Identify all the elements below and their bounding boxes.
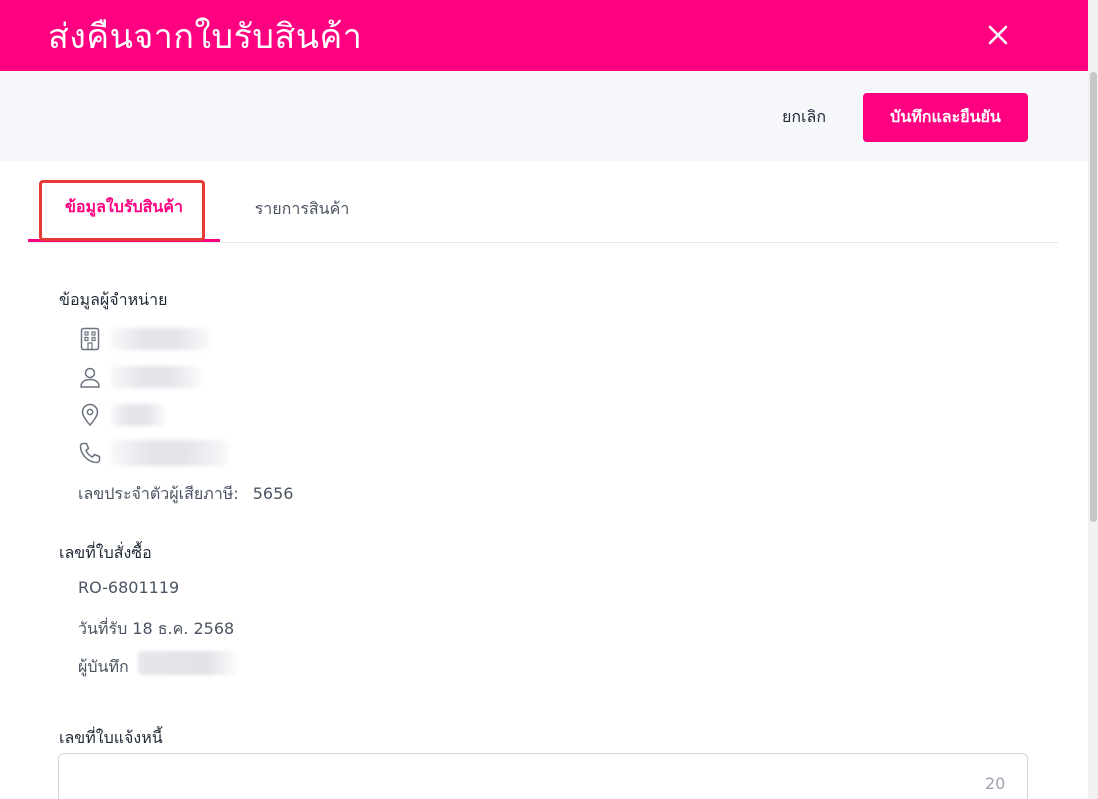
tax-id-value: 5656	[252, 484, 294, 503]
supplier-section-title: ข้อมูลผู้จำหน่าย	[59, 290, 168, 309]
invoice-number-field	[58, 753, 1028, 799]
modal-title: ส่งคืนจากใบรับสินค้า	[48, 17, 363, 57]
purchase-order-section-title: เลขที่ใบสั่งซื้อ	[59, 543, 152, 562]
close-button[interactable]	[982, 19, 1014, 51]
tax-id-row: เลขประจำตัวผู้เสียภาษี: 5656	[78, 482, 293, 507]
close-icon	[988, 25, 1008, 45]
purchase-order-number: RO-6801119	[78, 578, 180, 597]
return-from-receipt-modal: ส่งคืนจากใบรับสินค้า ยกเลิก บันทึกและยืน…	[0, 0, 1098, 799]
supplier-company-redacted	[110, 328, 210, 350]
action-bar: ยกเลิก บันทึกและยืนยัน	[0, 71, 1088, 161]
location-pin-icon	[81, 403, 99, 427]
tax-id-label: เลขประจำตัวผู้เสียภาษี:	[78, 484, 239, 503]
invoice-char-limit: 20	[985, 774, 1006, 793]
supplier-phone-redacted	[110, 440, 228, 466]
recorder-name-redacted	[138, 651, 238, 675]
tab-bar: ข้อมูลใบรับสินค้า รายการสินค้า	[28, 176, 1058, 243]
supplier-company-row	[78, 326, 210, 352]
invoice-section-title: เลขที่ใบแจ้งหนี้	[59, 728, 163, 747]
building-icon	[80, 327, 100, 351]
supplier-address-row	[78, 402, 165, 428]
supplier-contact-redacted	[110, 366, 200, 388]
received-date: วันที่รับ 18 ธ.ค. 2568	[78, 619, 235, 638]
tab-receipt-info[interactable]: ข้อมูลใบรับสินค้า	[28, 176, 220, 242]
recorder-label: ผู้บันทึก	[78, 657, 129, 676]
user-icon	[80, 367, 100, 388]
phone-icon	[79, 442, 101, 464]
invoice-number-input[interactable]	[59, 754, 1027, 799]
tab-product-list[interactable]: รายการสินค้า	[230, 176, 374, 242]
cancel-button[interactable]: ยกเลิก	[766, 93, 842, 141]
modal-header: ส่งคืนจากใบรับสินค้า	[0, 0, 1088, 71]
supplier-contact-row	[78, 364, 200, 390]
scrollbar-thumb[interactable]	[1090, 72, 1097, 522]
save-and-confirm-button[interactable]: บันทึกและยืนยัน	[863, 93, 1028, 142]
supplier-phone-row	[78, 440, 228, 466]
supplier-address-redacted	[110, 404, 165, 426]
